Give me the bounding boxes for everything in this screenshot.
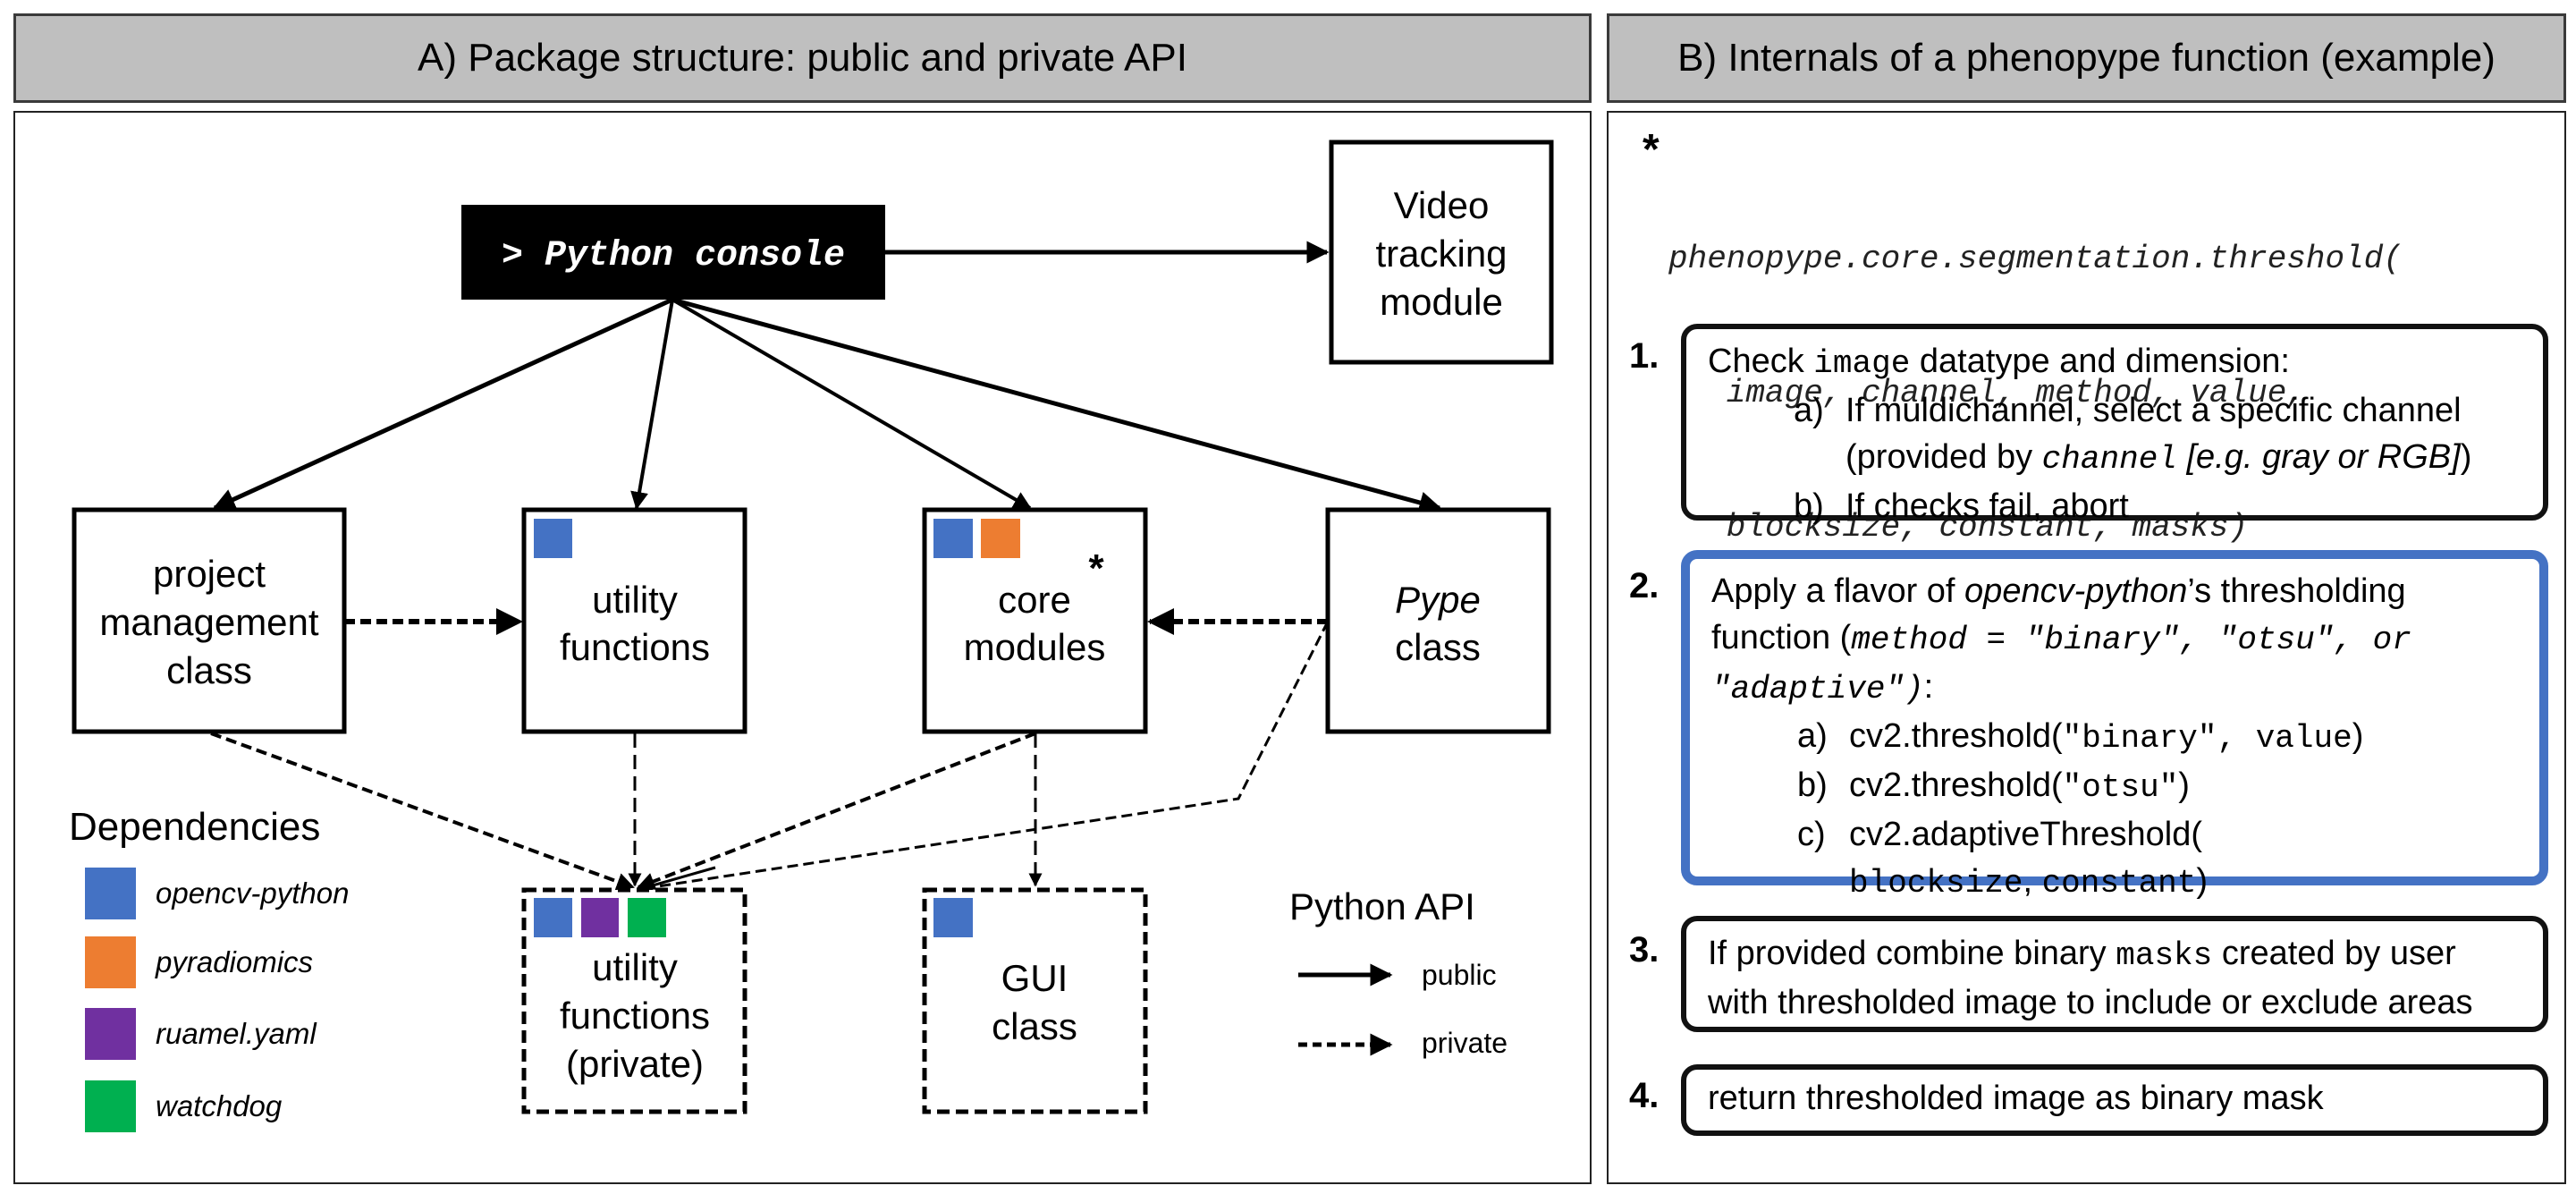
legend-item-ruamel: ruamel.yaml (85, 1008, 317, 1060)
arrow-pype-to-utility-private-head (638, 866, 716, 893)
pype-class-box (1325, 507, 1551, 734)
utility-private-label-1: utility (592, 946, 678, 988)
video-label-3: module (1380, 281, 1503, 323)
core-asterisk: * (1088, 546, 1104, 590)
legend-label: opencv-python (156, 876, 350, 910)
arrow-core-to-utility-private (637, 732, 1036, 890)
legend-item-pyradiomics: pyradiomics (85, 936, 313, 988)
python-api-title: Python API (1289, 885, 1475, 927)
legend-label: ruamel.yaml (156, 1017, 317, 1050)
step-1-box: Check image datatype and dimension: a) I… (1681, 324, 2548, 525)
step-2-box: Apply a flavor of opencv-python’s thresh… (1681, 550, 2548, 902)
step-2-number: 2. (1629, 566, 1660, 605)
dep-opencv-icon (534, 898, 572, 937)
utility-private-label-2: functions (560, 995, 710, 1037)
legend-label: watchdog (156, 1089, 283, 1122)
utility-label-2: functions (560, 626, 710, 668)
gui-label-1: GUI (1001, 957, 1068, 999)
step-3-number: 3. (1629, 930, 1660, 970)
step-1-number: 1. (1629, 336, 1660, 376)
legend-item-opencv: opencv-python (85, 868, 349, 919)
legend-private-label: private (1422, 1027, 1508, 1059)
video-label-2: tracking (1375, 233, 1507, 275)
core-label-2: modules (964, 626, 1106, 668)
project-label-3: class (166, 649, 252, 691)
dep-ruamel-icon (581, 898, 619, 937)
step-4-box: return thresholded image as binary mask (1681, 1064, 2548, 1136)
arrow-console-to-pype (671, 297, 1442, 514)
video-label-1: Video (1394, 184, 1490, 226)
arrow-console-to-project (212, 297, 674, 511)
watchdog-swatch-icon (85, 1080, 136, 1132)
legend-label: pyradiomics (156, 945, 314, 978)
dep-opencv-icon (933, 519, 973, 558)
project-label-1: project (153, 553, 266, 595)
dep-opencv-icon (534, 519, 572, 558)
signature-line: phenopype.core.segmentation.threshold( (1668, 241, 2403, 277)
signature-asterisk: * (1643, 126, 1660, 174)
dep-opencv-icon (933, 898, 973, 937)
legend-item-watchdog: watchdog (85, 1080, 282, 1132)
pype-label-1: Pype (1395, 579, 1481, 621)
utility-private-label-3: (private) (566, 1043, 704, 1085)
pyradiomics-swatch-icon (85, 936, 136, 988)
utility-label-1: utility (592, 579, 678, 621)
legend-public-label: public (1422, 959, 1497, 991)
python-console-label: > Python console (502, 236, 845, 276)
gui-label-2: class (992, 1005, 1077, 1047)
step-4-number: 4. (1629, 1076, 1660, 1115)
pype-label-2: class (1395, 626, 1481, 668)
step-3-box: If provided combine binary masks created… (1681, 916, 2548, 1032)
opencv-swatch-icon (85, 868, 136, 919)
dep-watchdog-icon (628, 898, 666, 937)
project-label-2: management (99, 601, 318, 643)
ruamel-swatch-icon (85, 1008, 136, 1060)
arrow-console-to-utility (630, 299, 674, 510)
dep-pyradiomics-icon (981, 519, 1020, 558)
arrow-console-to-core (671, 298, 1032, 510)
dependencies-title: Dependencies (69, 805, 321, 849)
core-label-1: core (998, 579, 1071, 621)
